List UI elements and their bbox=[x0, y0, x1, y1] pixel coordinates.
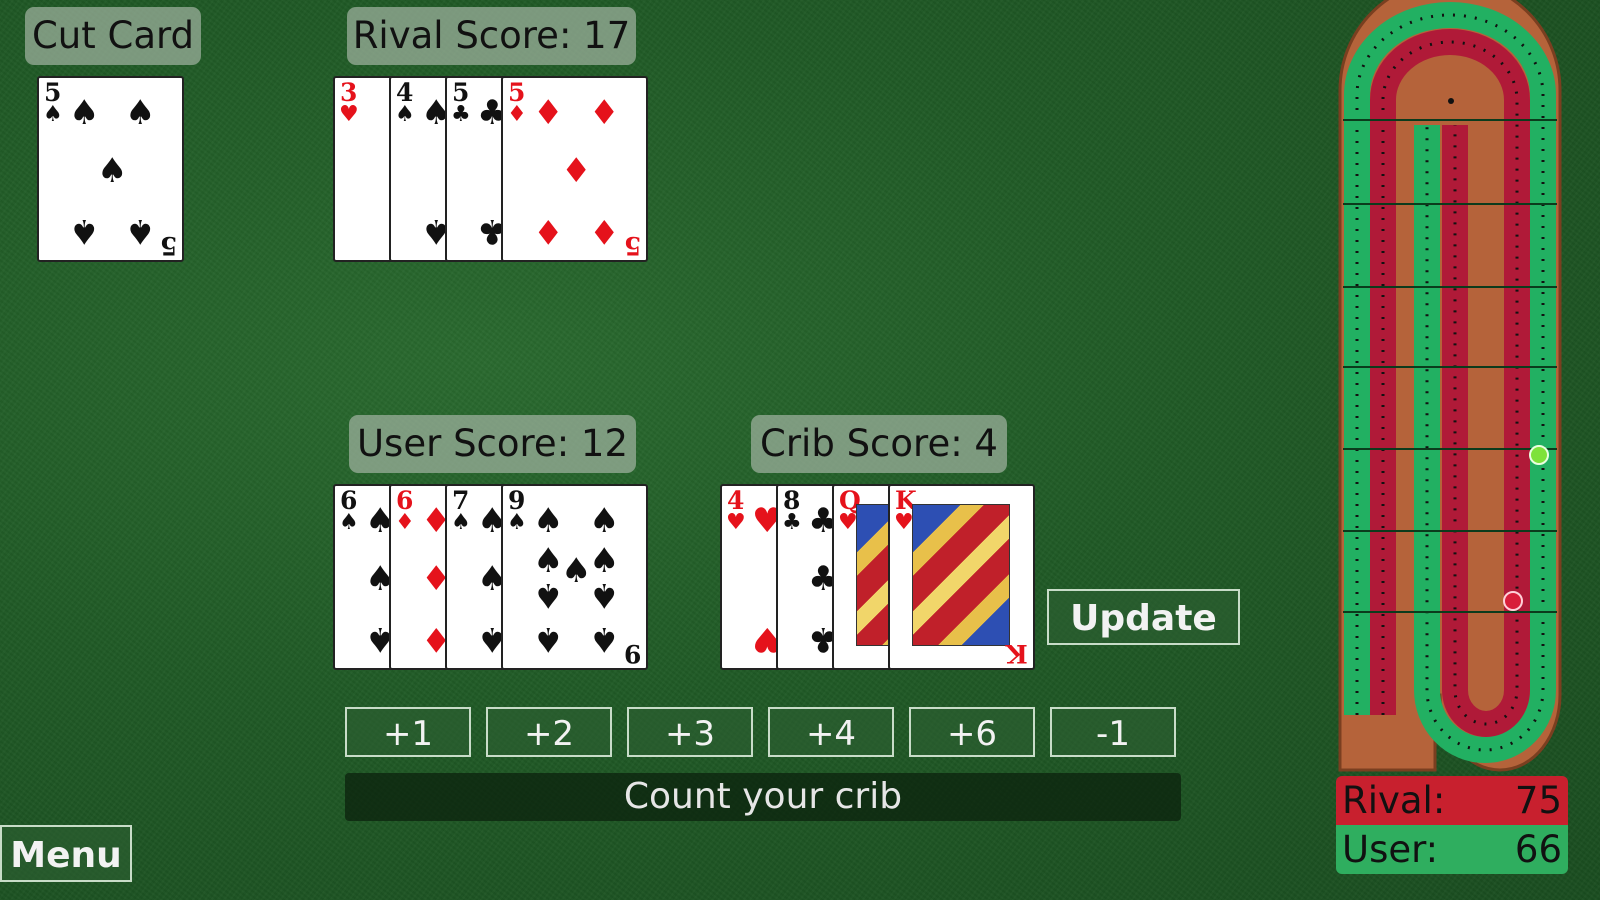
spade-icon: ♠ bbox=[451, 510, 471, 535]
spade-icon: ♠ bbox=[395, 102, 415, 127]
spade-icon: ♠ bbox=[339, 510, 359, 535]
user-score-label: User: bbox=[1342, 828, 1439, 871]
scoreboard-rival: Rival: 75 bbox=[1336, 776, 1568, 825]
diamond-icon: ♦ bbox=[589, 93, 620, 133]
rival-score-label: Rival: bbox=[1342, 779, 1446, 822]
spade-icon: ♠ bbox=[125, 211, 156, 251]
card-rank-bottom: 5 bbox=[159, 231, 177, 260]
plus-2-button[interactable]: +2 bbox=[486, 707, 612, 757]
spade-icon: ♠ bbox=[43, 102, 63, 127]
heart-icon: ♥ bbox=[726, 510, 746, 535]
heart-icon: ♥ bbox=[838, 510, 858, 535]
diamond-icon: ♦ bbox=[589, 211, 620, 251]
spade-icon: ♠ bbox=[589, 501, 620, 541]
status-message: Count your crib bbox=[345, 773, 1181, 821]
spade-icon: ♠ bbox=[533, 501, 564, 541]
heart-icon: ♥ bbox=[339, 102, 359, 127]
scoreboard-user: User: 66 bbox=[1336, 825, 1568, 874]
minus-1-button[interactable]: -1 bbox=[1050, 707, 1176, 757]
spade-icon: ♠ bbox=[97, 151, 128, 191]
card-rank-bottom: K bbox=[1006, 639, 1028, 668]
cribbage-board bbox=[1338, 0, 1562, 772]
user-peg bbox=[1529, 445, 1549, 465]
spade-icon: ♠ bbox=[589, 619, 620, 659]
user-card: 9 ♠ ♠ ♠ ♠ ♠ ♠ ♠ ♠ ♠ ♠ 9 bbox=[501, 484, 648, 670]
club-icon: ♣ bbox=[451, 102, 471, 127]
spade-icon: ♠ bbox=[589, 541, 620, 581]
plus-4-button[interactable]: +4 bbox=[768, 707, 894, 757]
card-rank-bottom: 9 bbox=[623, 639, 641, 668]
plus-1-button[interactable]: +1 bbox=[345, 707, 471, 757]
rival-score-label: Rival Score: 17 bbox=[347, 7, 636, 65]
spade-icon: ♠ bbox=[589, 575, 620, 615]
rival-peg bbox=[1503, 591, 1523, 611]
diamond-icon: ♦ bbox=[533, 93, 564, 133]
rival-score-value: 75 bbox=[1514, 779, 1562, 822]
spade-icon: ♠ bbox=[125, 93, 156, 133]
crib-card: K ♥ K bbox=[888, 484, 1035, 670]
diamond-icon: ♦ bbox=[395, 510, 415, 535]
spade-icon: ♠ bbox=[533, 619, 564, 659]
spade-icon: ♠ bbox=[507, 510, 527, 535]
spade-icon: ♠ bbox=[533, 541, 564, 581]
club-icon: ♣ bbox=[782, 510, 802, 535]
cut-card: 5 ♠ ♠ ♠ ♠ ♠ ♠ 5 bbox=[37, 76, 184, 262]
plus-6-button[interactable]: +6 bbox=[909, 707, 1035, 757]
user-score-label: User Score: 12 bbox=[349, 415, 636, 473]
king-face-art bbox=[912, 504, 1010, 646]
diamond-icon: ♦ bbox=[561, 151, 592, 191]
spade-icon: ♠ bbox=[561, 551, 592, 591]
cut-card-label: Cut Card bbox=[25, 7, 201, 65]
rival-card: 5 ♦ ♦ ♦ ♦ ♦ ♦ 5 bbox=[501, 76, 648, 262]
plus-3-button[interactable]: +3 bbox=[627, 707, 753, 757]
user-score-value: 66 bbox=[1514, 828, 1562, 871]
spade-icon: ♠ bbox=[533, 575, 564, 615]
crib-score-label: Crib Score: 4 bbox=[751, 415, 1007, 473]
spade-icon: ♠ bbox=[69, 93, 100, 133]
menu-button[interactable]: Menu bbox=[0, 825, 132, 882]
update-button[interactable]: Update bbox=[1047, 589, 1240, 645]
card-rank-bottom: 5 bbox=[623, 231, 641, 260]
diamond-icon: ♦ bbox=[533, 211, 564, 251]
spade-icon: ♠ bbox=[69, 211, 100, 251]
diamond-icon: ♦ bbox=[507, 102, 527, 127]
heart-icon: ♥ bbox=[894, 510, 914, 535]
